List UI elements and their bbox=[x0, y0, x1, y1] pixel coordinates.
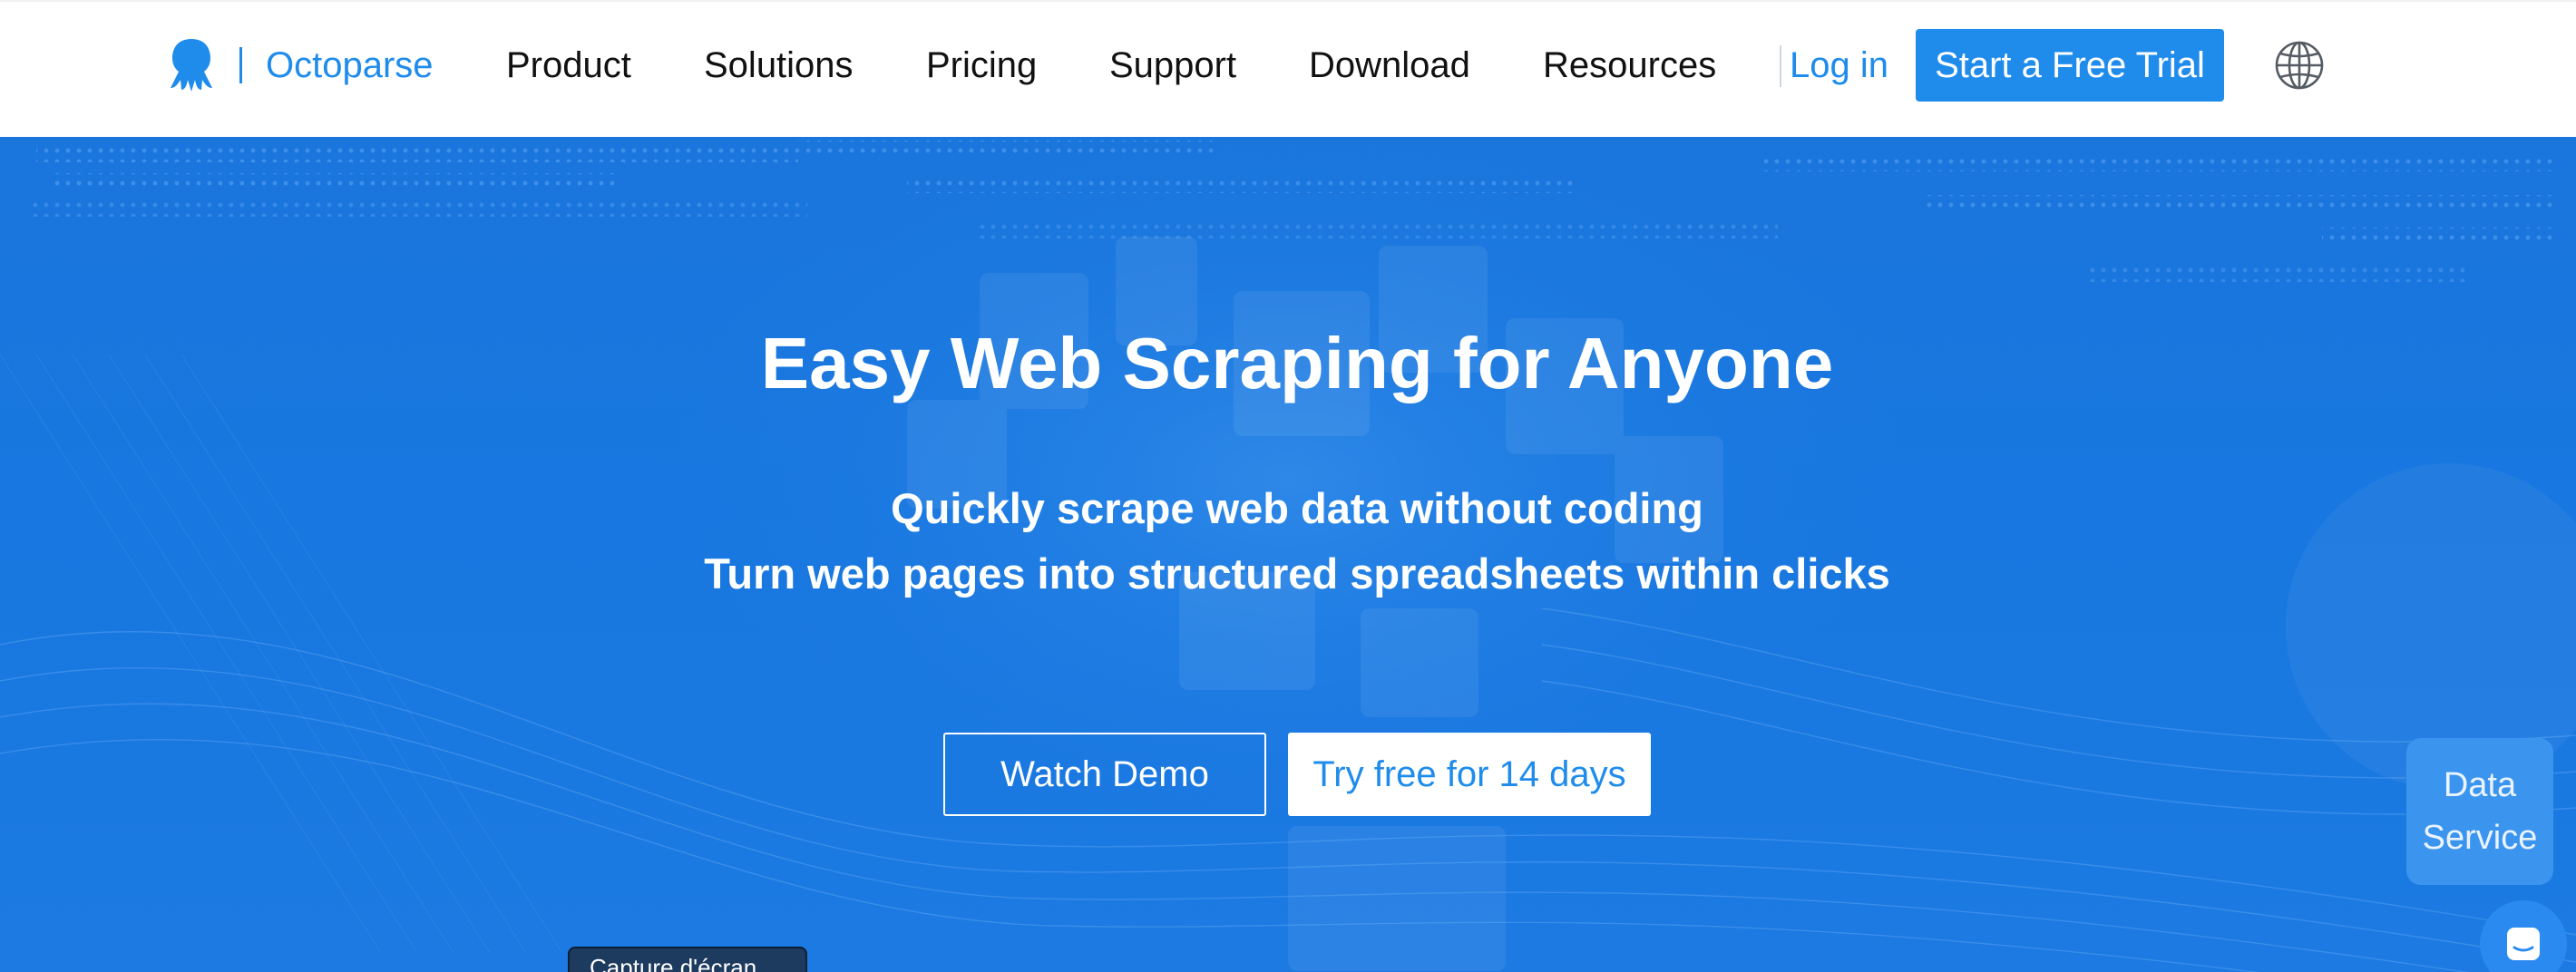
login-link[interactable]: Log in bbox=[1790, 42, 1888, 89]
data-service-line2: Service bbox=[2422, 819, 2538, 857]
brand-name: Octoparse bbox=[266, 44, 434, 85]
watch-demo-button[interactable]: Watch Demo bbox=[943, 733, 1266, 816]
nav-download[interactable]: Download bbox=[1309, 42, 1470, 89]
hero-subtitle-line2: Turn web pages into structured spreadshe… bbox=[704, 549, 1890, 598]
top-navbar: Octoparse Product Solutions Pricing Supp… bbox=[0, 0, 2576, 137]
data-service-line1: Data bbox=[2443, 766, 2517, 804]
nav-support[interactable]: Support bbox=[1109, 42, 1236, 89]
chat-icon bbox=[2507, 928, 2540, 960]
logo-divider bbox=[239, 47, 242, 83]
nav-resources[interactable]: Resources bbox=[1543, 42, 1716, 89]
nav-product[interactable]: Product bbox=[506, 42, 631, 89]
try-free-button[interactable]: Try free for 14 days bbox=[1288, 733, 1651, 816]
page: Octoparse Product Solutions Pricing Supp… bbox=[0, 0, 2576, 972]
nav-divider bbox=[1780, 45, 1781, 87]
start-free-trial-button[interactable]: Start a Free Trial bbox=[1916, 29, 2224, 102]
hero-title: Easy Web Scraping for Anyone bbox=[760, 323, 1834, 403]
hero-banner: Easy Web Scraping for Anyone Quickly scr… bbox=[0, 137, 2576, 972]
screenshot-tooltip: Capture d'écran bbox=[568, 947, 807, 972]
globe-icon[interactable] bbox=[2273, 39, 2326, 92]
brand-logo[interactable]: Octoparse bbox=[161, 33, 434, 98]
data-service-button[interactable]: Data Service bbox=[2406, 738, 2553, 885]
nav-pricing[interactable]: Pricing bbox=[926, 42, 1037, 89]
nav-solutions[interactable]: Solutions bbox=[704, 42, 854, 89]
hero-subtitle-line1: Quickly scrape web data without coding bbox=[891, 484, 1703, 532]
octopus-icon bbox=[171, 39, 212, 92]
